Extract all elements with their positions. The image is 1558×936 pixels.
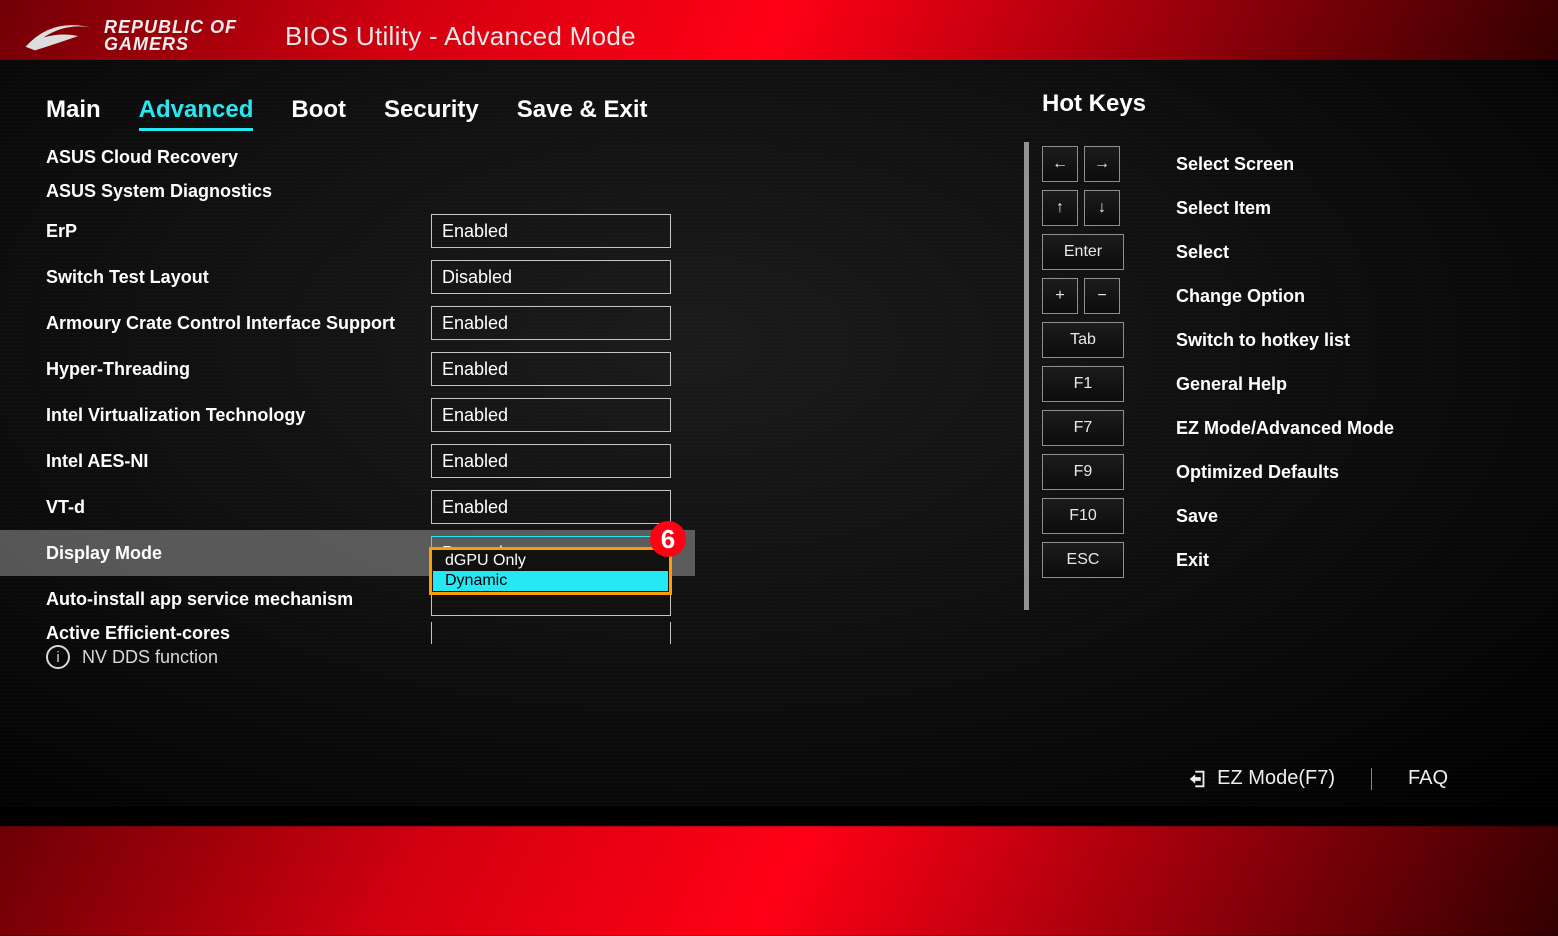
- hotkey-label: Optimized Defaults: [1176, 462, 1339, 483]
- hotkey-label: Select Item: [1176, 198, 1271, 219]
- hotkey-row: F10 Save: [1042, 494, 1492, 538]
- help-footnote: i NV DDS function: [46, 645, 218, 669]
- setting-value[interactable]: Enabled: [431, 444, 671, 478]
- hotkey-label: Select: [1176, 242, 1229, 263]
- setting-row[interactable]: Active Efficient-cores: [46, 622, 1030, 644]
- rog-eye-icon: [22, 14, 94, 58]
- settings-panel: ASUS Cloud RecoveryASUS System Diagnosti…: [0, 140, 1030, 615]
- setting-value[interactable]: Enabled: [431, 398, 671, 432]
- key-cap: F1: [1042, 366, 1124, 402]
- key-cap: +: [1042, 278, 1078, 314]
- tab-boot[interactable]: Boot: [291, 96, 346, 131]
- hotkey-label: Switch to hotkey list: [1176, 330, 1350, 351]
- hotkey-label: EZ Mode/Advanced Mode: [1176, 418, 1394, 439]
- setting-row[interactable]: Switch Test LayoutDisabled: [46, 254, 1030, 300]
- hotkey-row: F1 General Help: [1042, 362, 1492, 406]
- link-row[interactable]: ASUS Cloud Recovery: [46, 140, 1030, 174]
- key-cap: F10: [1042, 498, 1124, 534]
- setting-label: Display Mode: [46, 543, 431, 564]
- divider: [1371, 768, 1372, 790]
- hotkeys-sidebar: Hot Keys ←→ Select Screen ↑↓ Select Item Ent…: [1042, 90, 1492, 582]
- tab-bar: Main Advanced Boot Security Save & Exit: [46, 96, 647, 131]
- key-cap: ↓: [1084, 190, 1120, 226]
- setting-label: Armoury Crate Control Interface Support: [46, 313, 431, 334]
- setting-label: Hyper-Threading: [46, 359, 431, 380]
- key-cap: Enter: [1042, 234, 1124, 270]
- footnote-text: NV DDS function: [82, 647, 218, 668]
- info-icon: i: [46, 645, 70, 669]
- hotkey-row: ↑↓ Select Item: [1042, 186, 1492, 230]
- header: REPUBLIC OF GAMERS BIOS Utility - Advanc…: [22, 14, 636, 58]
- setting-label: Active Efficient-cores: [46, 623, 431, 644]
- hotkey-label: Save: [1176, 506, 1218, 527]
- hotkey-row: F9 Optimized Defaults: [1042, 450, 1492, 494]
- setting-value[interactable]: Enabled: [431, 490, 671, 524]
- setting-value[interactable]: Enabled: [431, 214, 671, 248]
- key-cap: ↑: [1042, 190, 1078, 226]
- key-cap: ←: [1042, 146, 1078, 182]
- setting-value[interactable]: Disabled: [431, 260, 671, 294]
- setting-row[interactable]: Intel Virtualization TechnologyEnabled: [46, 392, 1030, 438]
- setting-value[interactable]: [431, 622, 671, 644]
- tab-save-exit[interactable]: Save & Exit: [517, 96, 648, 131]
- hotkey-label: Exit: [1176, 550, 1209, 571]
- setting-row[interactable]: Intel AES-NIEnabled: [46, 438, 1030, 484]
- key-cap: →: [1084, 146, 1120, 182]
- key-cap: ESC: [1042, 542, 1124, 578]
- hotkey-row: +− Change Option: [1042, 274, 1492, 318]
- bottom-bar: EZ Mode(F7) FAQ: [1187, 767, 1448, 790]
- key-cap: F7: [1042, 410, 1124, 446]
- dropdown-option[interactable]: dGPU Only: [433, 551, 668, 571]
- brand-line2: GAMERS: [104, 36, 237, 53]
- setting-row[interactable]: Armoury Crate Control Interface SupportE…: [46, 300, 1030, 346]
- setting-row[interactable]: Hyper-ThreadingEnabled: [46, 346, 1030, 392]
- tab-main[interactable]: Main: [46, 96, 101, 131]
- setting-label: Intel AES-NI: [46, 451, 431, 472]
- setting-value[interactable]: Enabled: [431, 306, 671, 340]
- hotkey-label: Change Option: [1176, 286, 1305, 307]
- rog-logo: REPUBLIC OF GAMERS: [22, 14, 237, 58]
- app-title: BIOS Utility - Advanced Mode: [285, 21, 636, 52]
- key-cap: Tab: [1042, 322, 1124, 358]
- key-cap: F9: [1042, 454, 1124, 490]
- key-cap: −: [1084, 278, 1120, 314]
- setting-row[interactable]: VT-dEnabled: [46, 484, 1030, 530]
- display-mode-dropdown[interactable]: dGPU OnlyDynamic: [429, 547, 672, 595]
- scrollbar[interactable]: [1024, 142, 1029, 610]
- setting-label: Auto-install app service mechanism: [46, 589, 431, 610]
- hotkey-row: F7 EZ Mode/Advanced Mode: [1042, 406, 1492, 450]
- link-row[interactable]: ASUS System Diagnostics: [46, 174, 1030, 208]
- hotkey-label: General Help: [1176, 374, 1287, 395]
- setting-value[interactable]: Enabled: [431, 352, 671, 386]
- annotation-badge-6: 6: [650, 521, 686, 557]
- setting-row[interactable]: ErPEnabled: [46, 208, 1030, 254]
- setting-label: Switch Test Layout: [46, 267, 431, 288]
- hotkey-row: Enter Select: [1042, 230, 1492, 274]
- hotkeys-title: Hot Keys: [1042, 90, 1492, 118]
- hotkey-row: ←→ Select Screen: [1042, 142, 1492, 186]
- tab-security[interactable]: Security: [384, 96, 479, 131]
- ez-mode-button[interactable]: EZ Mode(F7): [1187, 767, 1335, 790]
- setting-label: Intel Virtualization Technology: [46, 405, 431, 426]
- hotkey-row: Tab Switch to hotkey list: [1042, 318, 1492, 362]
- tab-advanced[interactable]: Advanced: [139, 96, 254, 131]
- setting-label: VT-d: [46, 497, 431, 518]
- hotkey-label: Select Screen: [1176, 154, 1294, 175]
- faq-link[interactable]: FAQ: [1408, 767, 1448, 790]
- dropdown-option[interactable]: Dynamic: [433, 571, 668, 591]
- exit-icon: [1187, 768, 1209, 790]
- hotkey-row: ESC Exit: [1042, 538, 1492, 582]
- setting-label: ErP: [46, 221, 431, 242]
